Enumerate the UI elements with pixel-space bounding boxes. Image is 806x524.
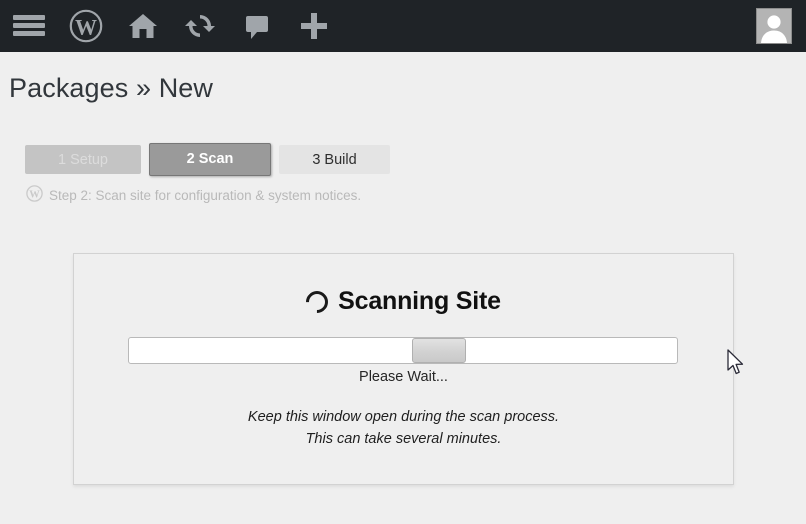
scan-heading-text: Scanning Site [338,287,501,315]
scan-panel: Scanning Site Please Wait... Keep this w… [73,253,734,485]
admin-bar-comments-button[interactable] [228,0,285,52]
wordpress-icon: W [69,9,103,43]
loading-spinner-icon [301,285,333,318]
admin-bar-updates-button[interactable] [171,0,228,52]
step-tabs: 1 Setup 2 Scan 3 Build [25,143,398,176]
scan-notice-line-2: This can take several minutes. [305,431,502,447]
step-tab-build[interactable]: 3 Build [279,145,390,174]
step-description-text: Step 2: Scan site for configuration & sy… [49,187,362,203]
admin-bar-wordpress-button[interactable]: W [57,0,114,52]
step-tab-scan[interactable]: 2 Scan [149,143,271,176]
avatar[interactable] [756,8,792,44]
scan-progress-bar [128,337,678,364]
admin-bar-home-button[interactable] [114,0,171,52]
updates-icon [184,11,216,41]
menu-icon [12,13,46,39]
comments-icon [242,11,272,41]
new-content-icon [298,10,330,42]
wordpress-icon-small: W [26,185,43,205]
admin-bar: W [0,0,806,52]
svg-text:W: W [29,190,40,201]
admin-bar-new-content-button[interactable] [285,0,342,52]
step-description: W Step 2: Scan site for configuration & … [26,185,361,205]
scan-notice-line-1: Keep this window open during the scan pr… [247,409,560,425]
step-tab-setup[interactable]: 1 Setup [25,145,141,174]
scan-progress-indicator [412,338,466,363]
page-title: Packages » New [9,73,214,103]
admin-bar-menu-button[interactable] [0,0,57,52]
scan-heading: Scanning Site [74,285,733,318]
progress-status-text: Please Wait... [359,369,448,385]
svg-text:W: W [75,15,97,40]
home-icon [127,11,159,41]
